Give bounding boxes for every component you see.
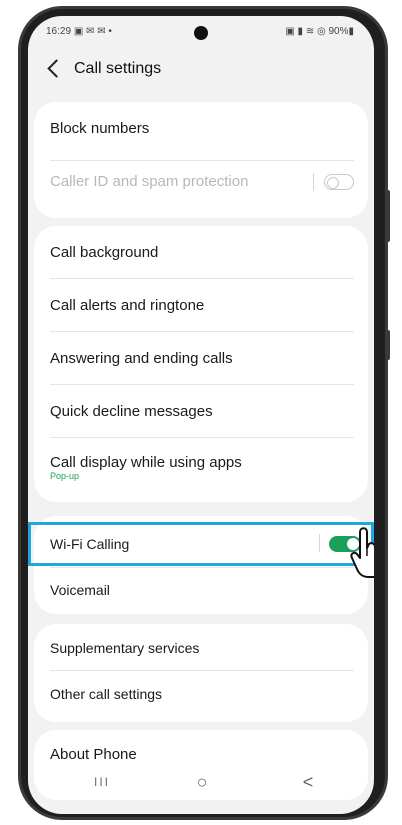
list-item-call-display[interactable]: Call display while using apps Pop-up (50, 454, 354, 481)
section-services: Supplementary services Other call settin… (34, 624, 368, 722)
divider (50, 437, 354, 438)
notification-icons: ▣ ✉ ✉ • (73, 26, 112, 37)
divider (50, 278, 354, 279)
caller-id-toggle[interactable] (324, 174, 354, 190)
divider (50, 160, 354, 161)
page-title: Call settings (74, 60, 162, 77)
status-left: 16:29 ▣ ✉ ✉ • (46, 26, 112, 37)
item-label: Call background (50, 244, 159, 261)
recents-icon[interactable]: III (84, 770, 120, 794)
list-item-about-phone[interactable]: About Phone (50, 746, 354, 763)
item-label: Other call settings (50, 686, 163, 702)
item-label: Call alerts and ringtone (50, 297, 205, 314)
list-item-call-alerts[interactable]: Call alerts and ringtone (50, 297, 354, 314)
list-item-voicemail[interactable]: Voicemail (50, 582, 360, 598)
status-time: 16:29 (46, 26, 72, 37)
home-icon[interactable]: ○ (184, 770, 220, 794)
list-item-call-background[interactable]: Call background (50, 244, 354, 261)
item-sublabel: Pop-up (50, 471, 80, 481)
back-arrow-icon[interactable] (47, 59, 66, 78)
pointing-hand-icon (350, 527, 374, 578)
header: Call settings (44, 56, 358, 86)
item-label: Call display while using apps (50, 454, 242, 471)
navigation-bar: III ○ < (28, 770, 374, 794)
item-label: Voicemail (50, 582, 110, 598)
item-label: Supplementary services (50, 640, 200, 656)
list-item-caller-id[interactable]: Caller ID and spam protection (50, 173, 354, 190)
toggle-separator (313, 173, 314, 191)
divider (50, 384, 354, 385)
highlight-frame (28, 522, 374, 566)
list-item-supplementary[interactable]: Supplementary services (50, 640, 354, 656)
divider (50, 670, 354, 671)
power-button (386, 190, 390, 242)
list-item-answering-ending[interactable]: Answering and ending calls (50, 350, 354, 367)
toggle-knob (327, 176, 339, 189)
front-camera (194, 26, 208, 40)
section-block-caller: Block numbers Caller ID and spam protect… (34, 102, 368, 218)
volume-button (386, 330, 390, 360)
status-icons: ▣ ▮ ≋ ◎ 90%▮ (285, 26, 354, 37)
section-call-options: Call background Call alerts and ringtone… (34, 226, 368, 502)
divider (50, 331, 354, 332)
item-label: Caller ID and spam protection (50, 173, 249, 190)
item-label: Quick decline messages (50, 403, 213, 420)
divider (50, 567, 354, 568)
item-label: Answering and ending calls (50, 350, 233, 367)
nav-back-icon[interactable]: < (290, 770, 326, 794)
screen: 16:29 ▣ ✉ ✉ • ▣ ▮ ≋ ◎ 90%▮ Call settings… (28, 16, 374, 814)
list-item-block-numbers[interactable]: Block numbers (50, 120, 354, 137)
list-item-quick-decline[interactable]: Quick decline messages (50, 403, 354, 420)
list-item-other-call-settings[interactable]: Other call settings (50, 686, 354, 702)
item-label: About Phone (50, 746, 137, 763)
item-label: Block numbers (50, 120, 150, 137)
